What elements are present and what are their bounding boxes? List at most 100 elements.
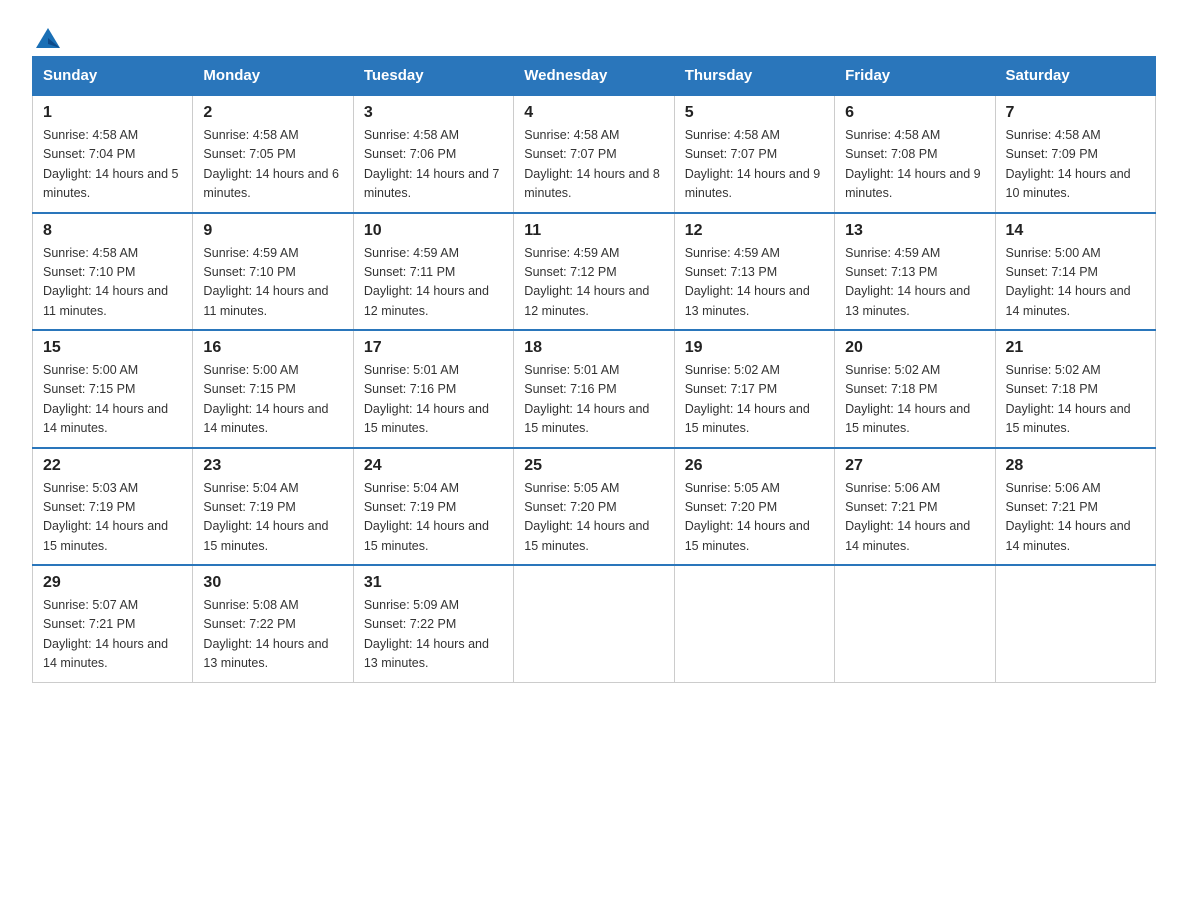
week-row-3: 15 Sunrise: 5:00 AMSunset: 7:15 PMDayligh… bbox=[33, 330, 1156, 448]
day-info: Sunrise: 5:00 AMSunset: 7:15 PMDaylight:… bbox=[203, 361, 342, 439]
day-info: Sunrise: 5:02 AMSunset: 7:17 PMDaylight:… bbox=[685, 361, 824, 439]
day-info: Sunrise: 5:02 AMSunset: 7:18 PMDaylight:… bbox=[845, 361, 984, 439]
day-number: 18 bbox=[524, 339, 663, 357]
day-info: Sunrise: 5:04 AMSunset: 7:19 PMDaylight:… bbox=[364, 479, 503, 557]
day-info: Sunrise: 5:09 AMSunset: 7:22 PMDaylight:… bbox=[364, 596, 503, 674]
day-info: Sunrise: 4:58 AMSunset: 7:10 PMDaylight:… bbox=[43, 244, 182, 322]
day-number: 25 bbox=[524, 457, 663, 475]
day-number: 13 bbox=[845, 222, 984, 240]
week-row-2: 8 Sunrise: 4:58 AMSunset: 7:10 PMDaylight… bbox=[33, 213, 1156, 331]
day-number: 3 bbox=[364, 104, 503, 122]
weekday-header-wednesday: Wednesday bbox=[514, 57, 674, 96]
day-number: 31 bbox=[364, 574, 503, 592]
calendar-cell: 14 Sunrise: 5:00 AMSunset: 7:14 PMDayligh… bbox=[995, 213, 1155, 331]
day-number: 6 bbox=[845, 104, 984, 122]
calendar-cell: 16Sunrise: 5:00 AMSunset: 7:15 PMDayligh… bbox=[193, 330, 353, 448]
day-info: Sunrise: 4:58 AMSunset: 7:07 PMDaylight:… bbox=[524, 126, 663, 204]
day-info: Sunrise: 5:02 AMSunset: 7:18 PMDaylight:… bbox=[1006, 361, 1145, 439]
calendar-cell: 29Sunrise: 5:07 AMSunset: 7:21 PMDayligh… bbox=[33, 565, 193, 682]
calendar-cell: 22Sunrise: 5:03 AMSunset: 7:19 PMDayligh… bbox=[33, 448, 193, 566]
calendar-cell: 13 Sunrise: 4:59 AMSunset: 7:13 PMDayligh… bbox=[835, 213, 995, 331]
calendar-cell: 18 Sunrise: 5:01 AMSunset: 7:16 PMDayligh… bbox=[514, 330, 674, 448]
day-number: 8 bbox=[43, 222, 182, 240]
day-info: Sunrise: 4:59 AMSunset: 7:13 PMDaylight:… bbox=[685, 244, 824, 322]
calendar-cell: 3 Sunrise: 4:58 AMSunset: 7:06 PMDaylight… bbox=[353, 95, 513, 213]
calendar-cell: 19Sunrise: 5:02 AMSunset: 7:17 PMDayligh… bbox=[674, 330, 834, 448]
day-info: Sunrise: 5:00 AMSunset: 7:14 PMDaylight:… bbox=[1006, 244, 1145, 322]
calendar-cell: 2 Sunrise: 4:58 AMSunset: 7:05 PMDaylight… bbox=[193, 95, 353, 213]
logo bbox=[32, 24, 62, 46]
day-info: Sunrise: 4:58 AMSunset: 7:09 PMDaylight:… bbox=[1006, 126, 1145, 204]
calendar-cell: 24 Sunrise: 5:04 AMSunset: 7:19 PMDayligh… bbox=[353, 448, 513, 566]
day-number: 28 bbox=[1006, 457, 1145, 475]
day-number: 2 bbox=[203, 104, 342, 122]
calendar-cell: 30 Sunrise: 5:08 AMSunset: 7:22 PMDayligh… bbox=[193, 565, 353, 682]
calendar-cell: 25 Sunrise: 5:05 AMSunset: 7:20 PMDayligh… bbox=[514, 448, 674, 566]
calendar-cell: 8 Sunrise: 4:58 AMSunset: 7:10 PMDaylight… bbox=[33, 213, 193, 331]
day-info: Sunrise: 5:04 AMSunset: 7:19 PMDaylight:… bbox=[203, 479, 342, 557]
day-number: 21 bbox=[1006, 339, 1145, 357]
day-number: 5 bbox=[685, 104, 824, 122]
calendar-cell: 15 Sunrise: 5:00 AMSunset: 7:15 PMDayligh… bbox=[33, 330, 193, 448]
calendar-cell: 27Sunrise: 5:06 AMSunset: 7:21 PMDayligh… bbox=[835, 448, 995, 566]
day-info: Sunrise: 5:07 AMSunset: 7:21 PMDaylight:… bbox=[43, 596, 182, 674]
calendar-cell: 31 Sunrise: 5:09 AMSunset: 7:22 PMDayligh… bbox=[353, 565, 513, 682]
calendar-cell bbox=[514, 565, 674, 682]
calendar-header-row: SundayMondayTuesdayWednesdayThursdayFrid… bbox=[33, 57, 1156, 96]
day-info: Sunrise: 4:59 AMSunset: 7:13 PMDaylight:… bbox=[845, 244, 984, 322]
day-info: Sunrise: 5:01 AMSunset: 7:16 PMDaylight:… bbox=[524, 361, 663, 439]
weekday-header-sunday: Sunday bbox=[33, 57, 193, 96]
weekday-header-saturday: Saturday bbox=[995, 57, 1155, 96]
calendar-cell: 20 Sunrise: 5:02 AMSunset: 7:18 PMDayligh… bbox=[835, 330, 995, 448]
day-number: 24 bbox=[364, 457, 503, 475]
day-info: Sunrise: 4:59 AMSunset: 7:12 PMDaylight:… bbox=[524, 244, 663, 322]
weekday-header-tuesday: Tuesday bbox=[353, 57, 513, 96]
day-number: 17 bbox=[364, 339, 503, 357]
day-info: Sunrise: 5:05 AMSunset: 7:20 PMDaylight:… bbox=[685, 479, 824, 557]
day-number: 9 bbox=[203, 222, 342, 240]
calendar-cell: 23 Sunrise: 5:04 AMSunset: 7:19 PMDayligh… bbox=[193, 448, 353, 566]
day-info: Sunrise: 5:06 AMSunset: 7:21 PMDaylight:… bbox=[845, 479, 984, 557]
day-info: Sunrise: 5:06 AMSunset: 7:21 PMDaylight:… bbox=[1006, 479, 1145, 557]
weekday-header-monday: Monday bbox=[193, 57, 353, 96]
day-number: 15 bbox=[43, 339, 182, 357]
calendar-cell: 7 Sunrise: 4:58 AMSunset: 7:09 PMDaylight… bbox=[995, 95, 1155, 213]
day-info: Sunrise: 4:59 AMSunset: 7:10 PMDaylight:… bbox=[203, 244, 342, 322]
day-number: 26 bbox=[685, 457, 824, 475]
calendar-cell: 11 Sunrise: 4:59 AMSunset: 7:12 PMDayligh… bbox=[514, 213, 674, 331]
day-info: Sunrise: 4:58 AMSunset: 7:08 PMDaylight:… bbox=[845, 126, 984, 204]
weekday-header-friday: Friday bbox=[835, 57, 995, 96]
calendar-cell: 26 Sunrise: 5:05 AMSunset: 7:20 PMDayligh… bbox=[674, 448, 834, 566]
calendar-cell: 17 Sunrise: 5:01 AMSunset: 7:16 PMDayligh… bbox=[353, 330, 513, 448]
calendar-cell bbox=[835, 565, 995, 682]
day-number: 30 bbox=[203, 574, 342, 592]
day-number: 4 bbox=[524, 104, 663, 122]
day-number: 20 bbox=[845, 339, 984, 357]
calendar-cell: 5Sunrise: 4:58 AMSunset: 7:07 PMDaylight… bbox=[674, 95, 834, 213]
day-info: Sunrise: 4:58 AMSunset: 7:04 PMDaylight:… bbox=[43, 126, 182, 204]
day-info: Sunrise: 5:05 AMSunset: 7:20 PMDaylight:… bbox=[524, 479, 663, 557]
day-info: Sunrise: 5:03 AMSunset: 7:19 PMDaylight:… bbox=[43, 479, 182, 557]
calendar-cell: 12 Sunrise: 4:59 AMSunset: 7:13 PMDayligh… bbox=[674, 213, 834, 331]
day-info: Sunrise: 4:59 AMSunset: 7:11 PMDaylight:… bbox=[364, 244, 503, 322]
logo-icon bbox=[34, 24, 62, 52]
calendar-cell bbox=[674, 565, 834, 682]
day-number: 1 bbox=[43, 104, 182, 122]
day-info: Sunrise: 4:58 AMSunset: 7:06 PMDaylight:… bbox=[364, 126, 503, 204]
day-number: 7 bbox=[1006, 104, 1145, 122]
day-number: 14 bbox=[1006, 222, 1145, 240]
day-number: 12 bbox=[685, 222, 824, 240]
day-info: Sunrise: 5:08 AMSunset: 7:22 PMDaylight:… bbox=[203, 596, 342, 674]
calendar-cell: 28 Sunrise: 5:06 AMSunset: 7:21 PMDayligh… bbox=[995, 448, 1155, 566]
calendar-table: SundayMondayTuesdayWednesdayThursdayFrid… bbox=[32, 56, 1156, 683]
calendar-cell: 6 Sunrise: 4:58 AMSunset: 7:08 PMDaylight… bbox=[835, 95, 995, 213]
week-row-5: 29Sunrise: 5:07 AMSunset: 7:21 PMDayligh… bbox=[33, 565, 1156, 682]
day-info: Sunrise: 5:00 AMSunset: 7:15 PMDaylight:… bbox=[43, 361, 182, 439]
calendar-cell: 1 Sunrise: 4:58 AMSunset: 7:04 PMDaylight… bbox=[33, 95, 193, 213]
day-info: Sunrise: 5:01 AMSunset: 7:16 PMDaylight:… bbox=[364, 361, 503, 439]
day-info: Sunrise: 4:58 AMSunset: 7:05 PMDaylight:… bbox=[203, 126, 342, 204]
day-number: 23 bbox=[203, 457, 342, 475]
day-number: 11 bbox=[524, 222, 663, 240]
calendar-cell: 10Sunrise: 4:59 AMSunset: 7:11 PMDayligh… bbox=[353, 213, 513, 331]
week-row-4: 22Sunrise: 5:03 AMSunset: 7:19 PMDayligh… bbox=[33, 448, 1156, 566]
